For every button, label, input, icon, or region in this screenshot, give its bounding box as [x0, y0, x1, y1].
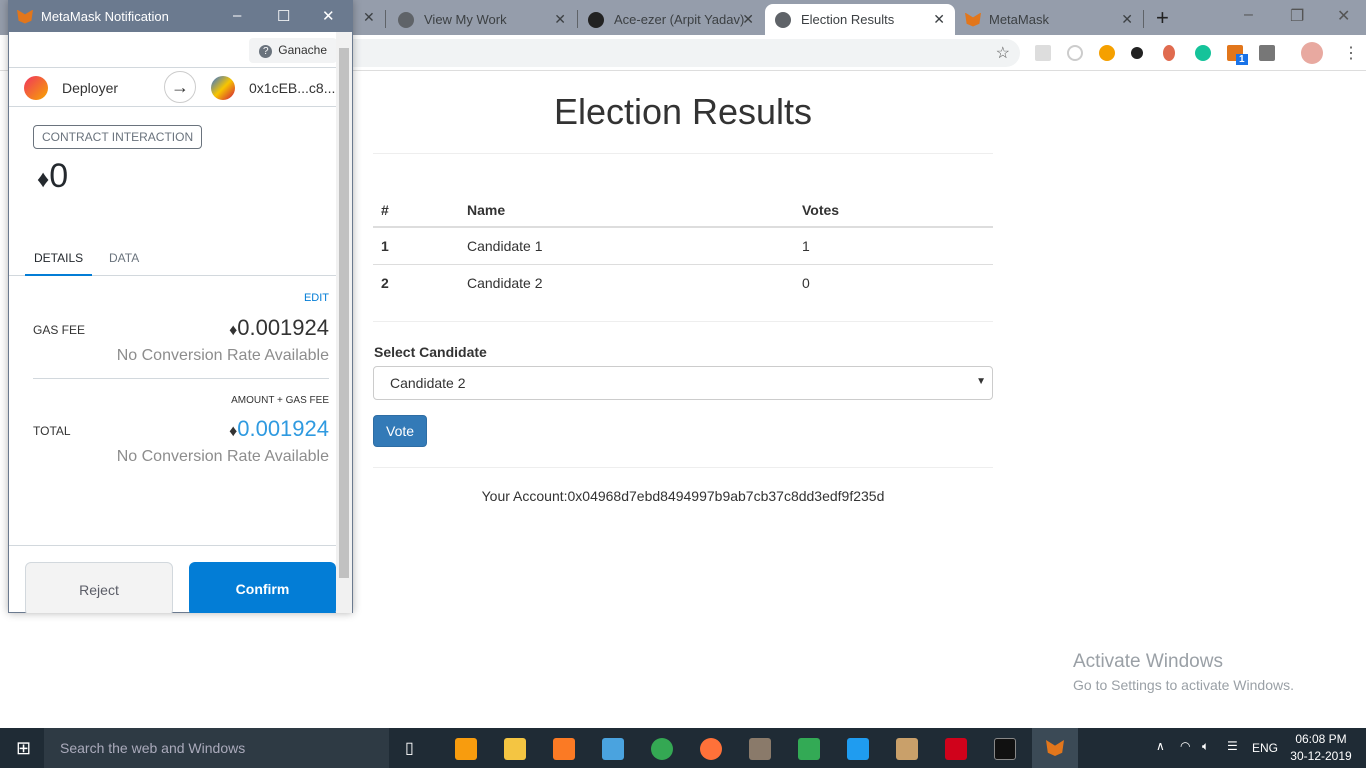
- close-tab-icon[interactable]: ✕: [363, 9, 375, 26]
- xampp-icon[interactable]: [553, 738, 575, 760]
- volume-icon[interactable]: 🔈︎: [1202, 739, 1209, 754]
- reject-button[interactable]: Reject: [25, 562, 173, 613]
- table-row: 2 Candidate 20: [373, 263, 993, 301]
- pdf-icon[interactable]: [945, 738, 967, 760]
- profile-avatar[interactable]: [1301, 42, 1323, 64]
- chrome-icon[interactable]: [651, 738, 673, 760]
- candidate-select[interactable]: Candidate 2 ▼: [373, 366, 993, 400]
- table-row: 1 Candidate 11: [373, 226, 993, 264]
- vote-button[interactable]: Vote: [373, 415, 428, 447]
- tray-chevron-icon[interactable]: ∧: [1156, 739, 1165, 753]
- grammarly-icon[interactable]: [1195, 45, 1211, 61]
- network-indicator[interactable]: ? Ganache: [249, 38, 337, 63]
- gas-fee-value: 0.001924: [237, 315, 329, 340]
- task-view-icon[interactable]: ▯: [405, 738, 414, 758]
- terminal-icon[interactable]: [994, 738, 1016, 760]
- globe-icon: [398, 11, 414, 28]
- close-tab-icon[interactable]: ✕: [742, 11, 754, 28]
- chevron-down-icon: ▼: [976, 376, 986, 387]
- to-account: 0x1cEB...c8...: [249, 80, 336, 96]
- maximize-button[interactable]: ☐: [277, 7, 290, 25]
- tab-details[interactable]: DETAILS: [25, 251, 93, 276]
- window-title-bar: MetaMask Notification – ☐ ✕: [9, 1, 352, 32]
- notification-badge: 1: [1236, 54, 1248, 65]
- extension-icon[interactable]: [1131, 47, 1143, 59]
- wifi-icon[interactable]: ◠: [1180, 739, 1190, 753]
- firefox-icon[interactable]: [700, 738, 722, 760]
- election-page: Election Results # Name Votes 1 Candidate 1…: [373, 71, 993, 504]
- metamask-fox-icon: [17, 9, 33, 24]
- sublime-icon[interactable]: [455, 738, 477, 760]
- game-icon[interactable]: [749, 738, 771, 760]
- restore-button[interactable]: ❐: [1290, 6, 1304, 26]
- amount: ♦0: [37, 157, 69, 195]
- from-account: Deployer: [62, 80, 119, 96]
- close-button[interactable]: ✕: [322, 7, 335, 25]
- tab-view-my-work[interactable]: View My Work ✕: [388, 4, 576, 35]
- menu-icon[interactable]: ⋮: [1343, 43, 1359, 63]
- detail-tabs: DETAILS DATA: [9, 242, 337, 276]
- app-icon[interactable]: [602, 738, 624, 760]
- metamask-fox-icon: [965, 12, 981, 27]
- total-value: 0.001924: [237, 416, 329, 441]
- extension-icon[interactable]: [1259, 45, 1275, 61]
- results-table: # Name Votes 1 Candidate 11 2 Candidate 20: [373, 194, 993, 301]
- account-address: Your Account:0x04968d7ebd8494997b9ab7cb3…: [481, 488, 885, 504]
- windows-start-icon[interactable]: ⊞: [16, 738, 31, 759]
- language-indicator[interactable]: ENG: [1252, 741, 1278, 755]
- help-icon: ?: [259, 45, 273, 58]
- close-tab-icon[interactable]: ✕: [1121, 11, 1133, 28]
- tab-github[interactable]: Ace-ezer (Arpit Yadav) ✕: [578, 4, 764, 35]
- account-flow: Deployer → 0x1cEB...c8...: [9, 67, 337, 107]
- globe-icon: [775, 11, 791, 28]
- extension-icon[interactable]: [1067, 45, 1083, 61]
- app-icon[interactable]: [798, 738, 820, 760]
- notification-icon[interactable]: ☰: [1227, 739, 1238, 753]
- file-explorer-icon[interactable]: [504, 738, 526, 760]
- bookmark-star-icon[interactable]: ☆: [996, 43, 1010, 63]
- edit-button[interactable]: EDIT: [33, 292, 329, 304]
- address-bar[interactable]: ☆: [300, 39, 1020, 67]
- windows-taskbar: ⊞ Search the web and Windows ▯ ∧ ◠ 🔈︎ ☰ …: [0, 728, 1366, 768]
- page-title: Election Results: [373, 91, 993, 154]
- scrollbar[interactable]: [336, 32, 352, 613]
- close-window-button[interactable]: ✕: [1337, 6, 1350, 26]
- tab-data[interactable]: DATA: [109, 251, 139, 265]
- metamask-notification-window: MetaMask Notification – ☐ ✕ ? Ganache Dep…: [8, 0, 353, 613]
- close-tab-icon[interactable]: ✕: [933, 11, 945, 28]
- new-tab-button[interactable]: +: [1156, 5, 1169, 31]
- extension-icon[interactable]: [1099, 45, 1115, 61]
- search-box[interactable]: Search the web and Windows: [44, 728, 389, 768]
- extension-icon[interactable]: [1163, 45, 1175, 61]
- minimize-button[interactable]: –: [233, 7, 241, 24]
- app-icon[interactable]: [896, 738, 918, 760]
- contract-interaction-badge: CONTRACT INTERACTION: [33, 125, 203, 149]
- activate-windows-watermark: Activate Windows Go to Settings to activ…: [1073, 651, 1294, 693]
- arrow-right-icon: →: [164, 71, 196, 103]
- from-avatar: [24, 76, 48, 100]
- clock[interactable]: 06:08 PM 30-12-2019: [1288, 732, 1354, 763]
- minimize-button[interactable]: –: [1244, 6, 1253, 24]
- confirm-button[interactable]: Confirm: [189, 562, 336, 613]
- close-tab-icon[interactable]: ✕: [554, 11, 566, 28]
- select-label: Select Candidate: [374, 344, 487, 360]
- metamask-taskbar-item[interactable]: [1032, 728, 1078, 768]
- vscode-icon[interactable]: [847, 738, 869, 760]
- github-icon: [588, 11, 604, 28]
- eth-icon: ♦: [37, 166, 50, 193]
- react-devtools-icon[interactable]: [1035, 45, 1051, 61]
- tab-metamask[interactable]: MetaMask ✕: [955, 4, 1143, 35]
- to-avatar: [211, 76, 235, 100]
- tab-election-results[interactable]: Election Results ✕: [765, 4, 955, 35]
